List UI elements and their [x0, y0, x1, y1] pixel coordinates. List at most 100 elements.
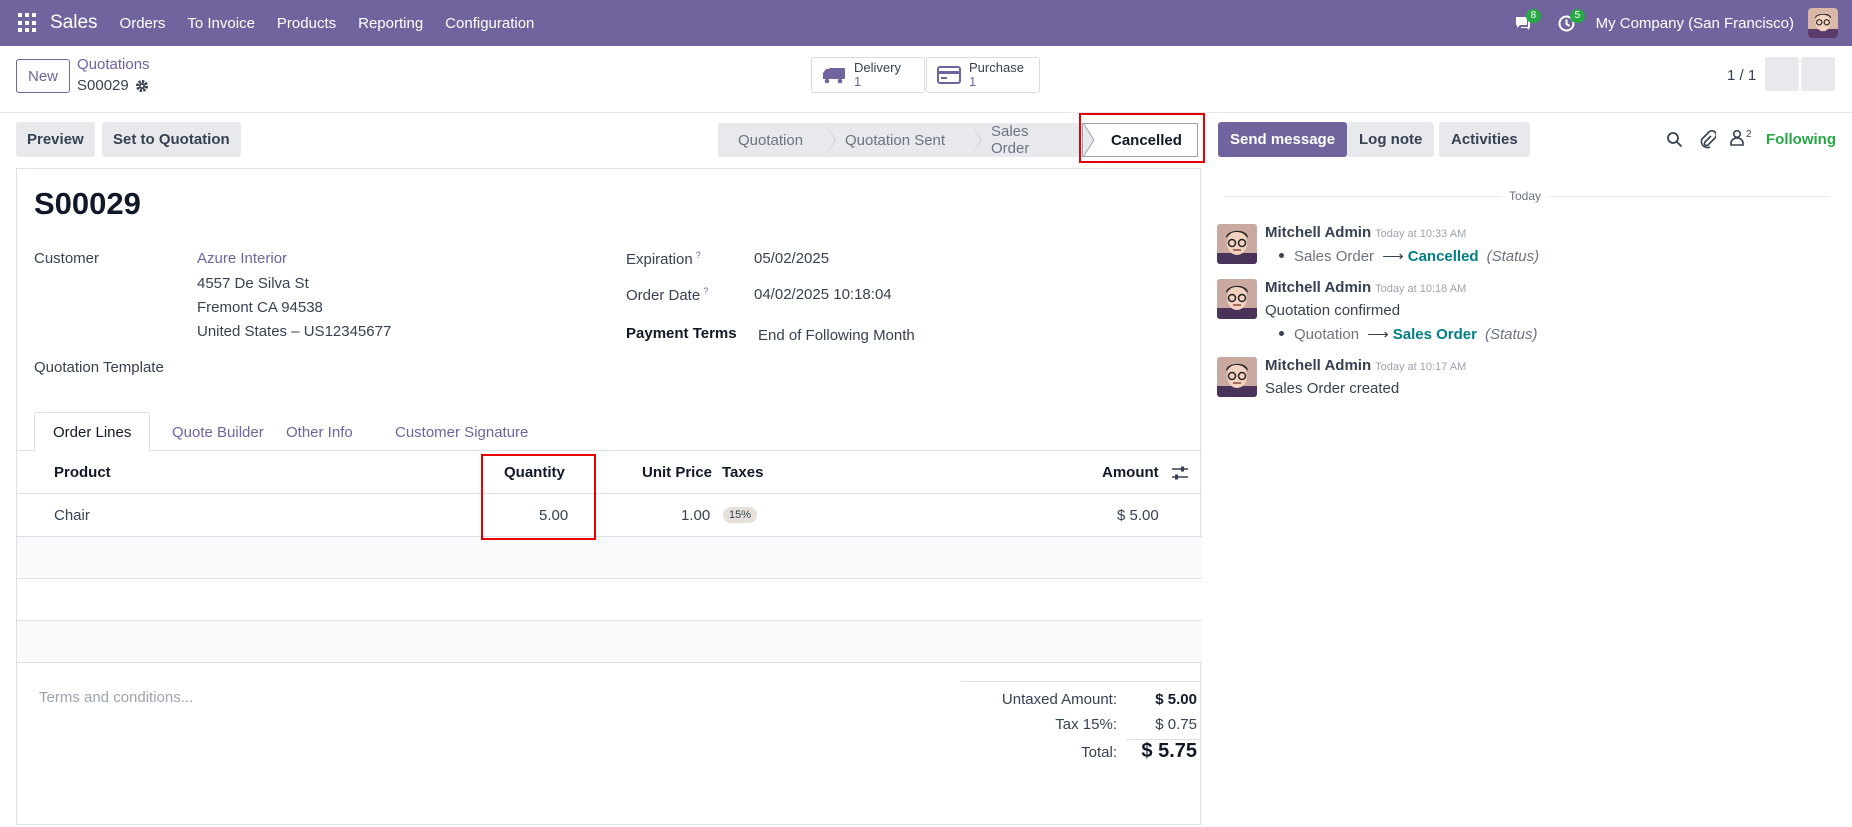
messaging-menu[interactable]: 8 — [1508, 8, 1542, 38]
set-to-quotation-button[interactable]: Set to Quotation — [102, 122, 241, 157]
message-author: Mitchell Admin Today at 10:18 AM — [1265, 279, 1467, 296]
app-name[interactable]: Sales — [50, 12, 98, 34]
message-avatar[interactable] — [1217, 224, 1257, 264]
new-button[interactable]: New — [16, 59, 71, 93]
customer-address-line1: 4557 De Silva St — [197, 275, 309, 292]
stage-quotation-sent-label: Quotation Sent — [845, 131, 946, 149]
row-unit-price[interactable]: 1.00 — [681, 507, 710, 524]
message-time: Today at 10:18 AM — [1375, 283, 1467, 295]
menu-to-invoice[interactable]: To Invoice — [187, 15, 255, 32]
purchase-count: 1 — [969, 74, 977, 89]
customer-name-link[interactable]: Azure Interior — [197, 250, 287, 267]
breadcrumb-quotations[interactable]: Quotations — [77, 56, 150, 73]
tab-other-info[interactable]: Other Info — [268, 412, 371, 452]
breadcrumb-current: S00029 — [77, 77, 149, 94]
pager-next-button[interactable] — [1801, 57, 1835, 91]
messages-badge: 8 — [1525, 9, 1542, 23]
message-body: Sales Order created — [1265, 380, 1400, 397]
purchase-smart-button[interactable]: Purchase 1 — [926, 57, 1040, 93]
row-tax-badge: 15% — [723, 507, 758, 523]
breadcrumb-current-label: S00029 — [77, 77, 129, 94]
order-lines-header: Product Quantity Unit Price Taxes Amount — [17, 452, 1202, 494]
customer-address-line3: United States – US12345677 — [197, 323, 392, 340]
tab-quote-builder[interactable]: Quote Builder — [154, 412, 282, 452]
status-stages: Quotation Quotation Sent Sales Order Can… — [718, 123, 1198, 157]
row-quantity[interactable]: 5.00 — [539, 507, 568, 524]
col-amount[interactable]: Amount — [1102, 464, 1159, 481]
activity-menu[interactable]: 5 — [1552, 8, 1586, 38]
total-value: $ 5.75 — [1141, 740, 1197, 762]
stage-sales-order[interactable]: Sales Order — [971, 123, 1082, 157]
tax-value: $ 0.75 — [1155, 716, 1197, 733]
message-time: Today at 10:33 AM — [1375, 228, 1467, 240]
empty-row — [17, 621, 1202, 663]
form-statusbar: Preview Set to Quotation Quotation Quota… — [0, 113, 1209, 167]
gear-icon[interactable] — [135, 79, 149, 93]
search-icon[interactable] — [1666, 131, 1683, 148]
empty-row — [17, 579, 1202, 621]
paperclip-icon[interactable] — [1699, 130, 1716, 149]
menu-products[interactable]: Products — [277, 15, 336, 32]
user-avatar[interactable] — [1808, 8, 1838, 38]
notebook-tabs: Order Lines Quote Builder Other Info Cus… — [17, 412, 1202, 452]
activities-button[interactable]: Activities — [1439, 122, 1530, 157]
table-row[interactable]: Chair 5.00 1.00 15% $ 5.00 — [17, 495, 1202, 537]
total-label: Total: — [1081, 744, 1117, 761]
customer-address-line2: Fremont CA 94538 — [197, 299, 323, 316]
message-avatar[interactable] — [1217, 279, 1257, 319]
stage-quotation-label: Quotation — [738, 131, 804, 149]
tax-label: Tax 15%: — [1055, 716, 1117, 733]
payment-terms-field[interactable]: End of Following Month — [758, 327, 915, 344]
stage-quotation[interactable]: Quotation — [718, 123, 836, 157]
pager-value[interactable]: 1 / 1 — [1727, 67, 1756, 84]
expiration-label: Expiration? — [626, 250, 701, 268]
user-icon — [1730, 129, 1744, 146]
activities-badge: 5 — [1569, 9, 1586, 23]
delivery-smart-button[interactable]: Delivery 1 — [811, 57, 925, 93]
row-product[interactable]: Chair — [54, 507, 90, 524]
col-product[interactable]: Product — [54, 464, 111, 481]
optional-columns-icon[interactable] — [1172, 466, 1188, 480]
avatar-icon — [1808, 8, 1838, 38]
app-menu-grid-icon[interactable] — [18, 13, 38, 33]
tracking-new-value: Sales Order — [1392, 326, 1477, 343]
company-switcher[interactable]: My Company (San Francisco) — [1596, 15, 1794, 32]
menu-configuration[interactable]: Configuration — [445, 15, 534, 32]
message-author: Mitchell Admin Today at 10:33 AM — [1265, 224, 1467, 241]
tab-customer-signature[interactable]: Customer Signature — [377, 412, 546, 452]
message-body: Quotation confirmed — [1265, 302, 1401, 319]
chatter-message: Mitchell Admin Today at 10:17 AM Sales Or… — [1217, 357, 1837, 407]
terms-and-conditions-field[interactable]: Terms and conditions... — [39, 689, 193, 706]
delivery-count: 1 — [854, 74, 862, 89]
payment-terms-label: Payment Terms — [626, 325, 737, 342]
followers-count: 2 — [1746, 129, 1752, 140]
stage-cancelled[interactable]: Cancelled — [1082, 123, 1198, 157]
col-taxes[interactable]: Taxes — [722, 464, 763, 481]
col-quantity[interactable]: Quantity — [504, 464, 565, 481]
menu-reporting[interactable]: Reporting — [358, 15, 423, 32]
log-note-button[interactable]: Log note — [1347, 122, 1435, 157]
following-button[interactable]: Following — [1766, 131, 1836, 148]
followers-button[interactable]: 2 — [1730, 129, 1752, 146]
menu-orders[interactable]: Orders — [120, 15, 166, 32]
tab-order-lines[interactable]: Order Lines — [34, 412, 151, 452]
delivery-label: Delivery — [854, 60, 901, 75]
send-message-button[interactable]: Send message — [1218, 122, 1348, 157]
message-author: Mitchell Admin Today at 10:17 AM — [1265, 357, 1467, 374]
tracking-new-value: Cancelled — [1407, 248, 1479, 265]
preview-button[interactable]: Preview — [16, 122, 95, 157]
pager-previous-button[interactable] — [1765, 57, 1799, 91]
expiration-field[interactable]: 05/02/2025 — [754, 250, 829, 267]
stage-quotation-sent[interactable]: Quotation Sent — [825, 123, 982, 157]
avatar-icon — [1217, 224, 1257, 264]
message-avatar[interactable] — [1217, 357, 1257, 397]
stage-sales-order-label: Sales Order — [991, 123, 1030, 157]
record-title: S00029 — [34, 186, 141, 221]
order-date-field[interactable]: 04/02/2025 10:18:04 — [754, 286, 892, 303]
col-unit-price[interactable]: Unit Price — [642, 464, 712, 481]
credit-card-icon — [937, 66, 961, 84]
quotation-template-label: Quotation Template — [34, 359, 164, 376]
top-navbar: Sales Orders To Invoice Products Reporti… — [0, 0, 1852, 46]
message-time: Today at 10:17 AM — [1375, 361, 1467, 373]
truck-icon — [823, 68, 845, 84]
